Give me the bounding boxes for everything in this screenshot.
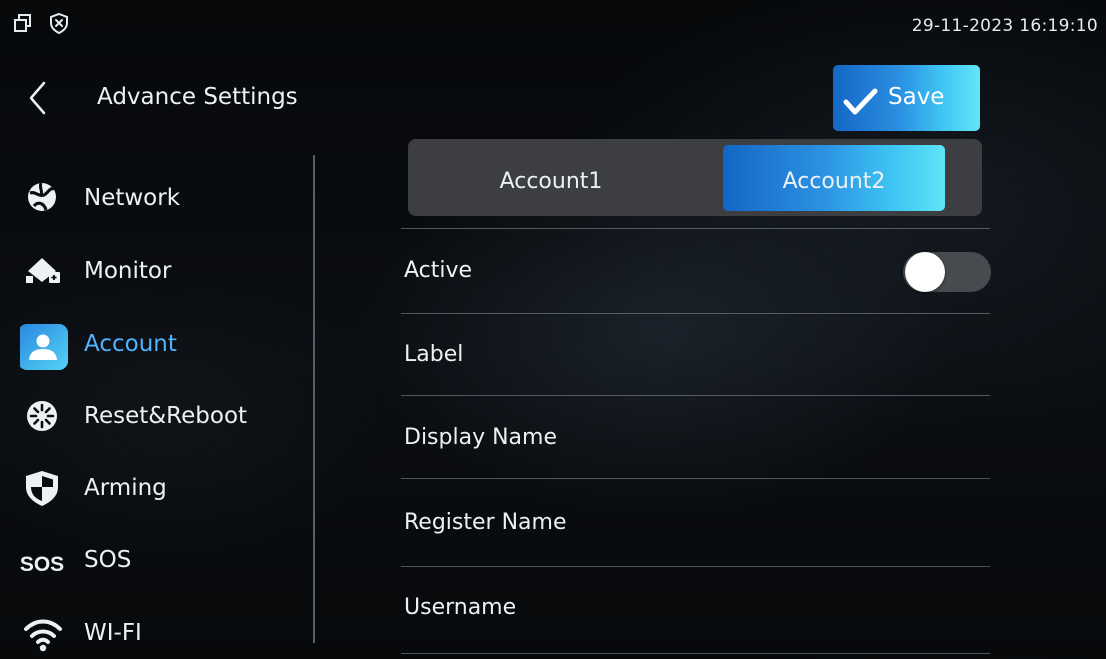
sidebar-item-label: WI-FI	[84, 620, 142, 646]
user-account-icon	[20, 324, 68, 370]
field-label: Label	[404, 342, 464, 367]
shield-x-icon	[50, 12, 68, 34]
tab-account1[interactable]: Account1	[414, 145, 688, 211]
sos-icon: SOS	[20, 553, 64, 576]
tab-account2[interactable]: Account2	[723, 145, 945, 211]
sidebar-item-label: SOS	[84, 547, 132, 573]
network-globe-icon	[28, 182, 56, 211]
sidebar-item-account[interactable]: Account	[0, 310, 300, 370]
field-label: Register Name	[404, 510, 567, 535]
toggle-knob	[905, 252, 945, 292]
window-restore-icon	[14, 14, 31, 32]
active-toggle[interactable]	[903, 252, 991, 292]
sidebar-divider	[313, 155, 315, 643]
sidebar-item-reset-reboot[interactable]: Reset&Reboot	[0, 382, 300, 438]
sidebar-item-wifi[interactable]: WI-FI	[0, 599, 300, 655]
label-field[interactable]: Label	[401, 314, 990, 396]
wifi-icon	[24, 619, 62, 652]
sidebar-item-arming[interactable]: Arming	[0, 454, 300, 510]
field-label: Active	[404, 258, 473, 283]
sidebar-item-label: Arming	[84, 475, 167, 501]
row-divider	[401, 228, 990, 229]
sidebar-item-network[interactable]: Network	[0, 164, 300, 220]
back-button[interactable]	[24, 80, 54, 116]
status-bar: 29-11-2023 16:19:10	[0, 0, 1106, 42]
sidebar-item-label: Monitor	[84, 258, 172, 284]
sidebar-item-monitor[interactable]: Monitor	[0, 237, 300, 293]
sidebar-item-label: Network	[84, 185, 181, 211]
shield-icon	[26, 471, 58, 506]
sidebar-item-sos[interactable]: SOS SOS	[0, 526, 300, 582]
page-title: Advance Settings	[97, 84, 298, 110]
chevron-left-icon	[29, 81, 46, 115]
tab-label: Account2	[782, 169, 886, 194]
row-divider	[401, 653, 990, 654]
field-label: Display Name	[404, 425, 557, 450]
checkmark-icon	[843, 88, 878, 115]
active-row: Active	[401, 230, 990, 312]
register-name-field[interactable]: Register Name	[401, 479, 990, 561]
save-button-label: Save	[888, 84, 945, 110]
save-button[interactable]: Save	[833, 65, 980, 131]
sidebar-item-label: Reset&Reboot	[84, 403, 248, 429]
status-datetime: 29-11-2023 16:19:10	[911, 16, 1098, 36]
field-label: Username	[404, 595, 517, 620]
monitor-camera-icon	[26, 258, 60, 283]
sidebar-item-label: Account	[84, 331, 177, 357]
svg-text:SOS: SOS	[20, 553, 64, 576]
display-name-field[interactable]: Display Name	[401, 396, 990, 478]
username-field[interactable]: Username	[401, 567, 990, 649]
tab-label: Account1	[499, 169, 603, 194]
reset-reboot-icon	[27, 401, 57, 431]
account-tab-bar: Account1 Account2	[408, 139, 982, 216]
